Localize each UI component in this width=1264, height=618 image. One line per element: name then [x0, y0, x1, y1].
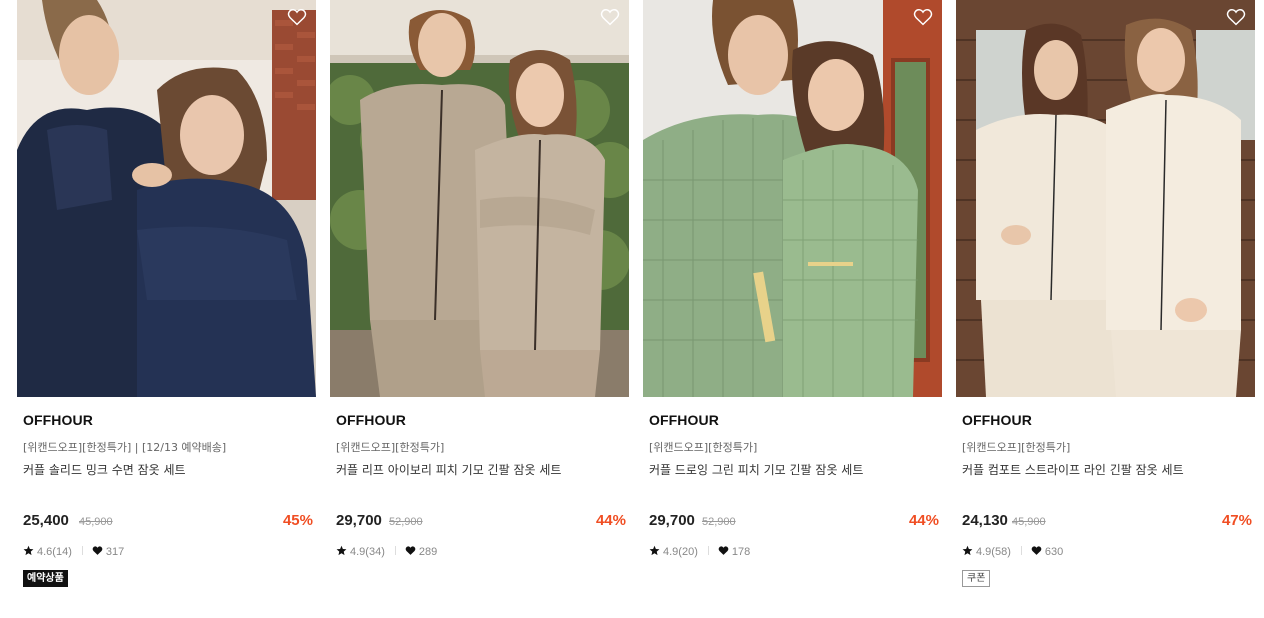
heart-filled-icon — [1031, 545, 1042, 556]
sale-price: 24,130 — [962, 512, 1008, 529]
product-card[interactable]: OFFHOUR [위캔드오프][한정특가] | [12/13 예약배송] 커플 … — [17, 0, 316, 618]
star-icon — [649, 545, 660, 556]
price-row: 29,700 52,900 44% — [649, 512, 939, 532]
divider — [1020, 546, 1022, 555]
product-tagline: [위캔드오프][한정특가] | [12/13 예약배송] — [23, 441, 227, 454]
wishlist-heart-icon[interactable] — [913, 8, 933, 26]
wishlist-heart-icon[interactable] — [287, 8, 307, 26]
product-name[interactable]: 커플 솔리드 밍크 수면 잠옷 세트 — [23, 461, 186, 478]
discount-rate: 44% — [908, 512, 939, 529]
divider — [394, 546, 396, 555]
price-row: 29,700 52,900 44% — [336, 512, 626, 532]
price-row: 24,130 45,900 47% — [962, 512, 1252, 532]
like-count: 317 — [105, 546, 125, 558]
wishlist-heart-icon[interactable] — [1226, 8, 1246, 26]
sale-price: 25,400 — [23, 512, 69, 529]
wishlist-heart-icon[interactable] — [600, 8, 620, 26]
product-image — [330, 0, 629, 397]
product-stats: 4.9(20) 178 — [649, 545, 750, 559]
heart-filled-icon — [405, 545, 416, 556]
rating-value: 4.9(58) — [976, 546, 1011, 558]
star-icon — [336, 545, 347, 556]
product-name[interactable]: 커플 드로잉 그린 피치 기모 긴팔 잠옷 세트 — [649, 461, 863, 478]
discount-rate: 44% — [595, 512, 626, 529]
divider — [707, 546, 709, 555]
product-photo[interactable] — [956, 0, 1255, 397]
coupon-badge: 쿠폰 — [962, 570, 991, 587]
product-tagline: [위캔드오프][한정특가] — [336, 441, 445, 454]
product-grid: OFFHOUR [위캔드오프][한정특가] | [12/13 예약배송] 커플 … — [17, 0, 1257, 618]
divider — [81, 546, 83, 555]
preorder-badge: 예약상품 — [23, 570, 68, 587]
original-price: 45,900 — [1012, 516, 1046, 528]
product-name[interactable]: 커플 리프 아이보리 피치 기모 긴팔 잠옷 세트 — [336, 461, 561, 478]
original-price: 52,900 — [702, 516, 736, 528]
product-card[interactable]: OFFHOUR [위캔드오프][한정특가] 커플 컴포트 스트라이프 라인 긴팔… — [956, 0, 1255, 618]
like-count: 289 — [418, 546, 438, 558]
brand-name[interactable]: OFFHOUR — [23, 412, 93, 428]
original-price: 52,900 — [389, 516, 423, 528]
rating-value: 4.9(34) — [350, 546, 385, 558]
like-count: 630 — [1044, 546, 1064, 558]
brand-name[interactable]: OFFHOUR — [962, 412, 1032, 428]
star-icon — [962, 545, 973, 556]
product-card[interactable]: OFFHOUR [위캔드오프][한정특가] 커플 리프 아이보리 피치 기모 긴… — [330, 0, 629, 618]
star-icon — [23, 545, 34, 556]
discount-rate: 47% — [1221, 512, 1252, 529]
product-card[interactable]: OFFHOUR [위캔드오프][한정특가] 커플 드로잉 그린 피치 기모 긴팔… — [643, 0, 942, 618]
heart-filled-icon — [92, 545, 103, 556]
product-stats: 4.9(58) 630 — [962, 545, 1063, 559]
product-stats: 4.9(34) 289 — [336, 545, 437, 559]
rating-value: 4.9(20) — [663, 546, 698, 558]
product-tagline: [위캔드오프][한정특가] — [962, 441, 1071, 454]
product-image — [17, 0, 316, 397]
like-count: 178 — [731, 546, 751, 558]
price-row: 25,400 45,900 45% — [23, 512, 313, 532]
product-stats: 4.6(14) 317 — [23, 545, 124, 559]
heart-filled-icon — [718, 545, 729, 556]
product-image — [643, 0, 942, 397]
brand-name[interactable]: OFFHOUR — [336, 412, 406, 428]
brand-name[interactable]: OFFHOUR — [649, 412, 719, 428]
product-photo[interactable] — [643, 0, 942, 397]
product-image — [956, 0, 1255, 397]
discount-rate: 45% — [282, 512, 313, 529]
product-photo[interactable] — [17, 0, 316, 397]
product-tagline: [위캔드오프][한정특가] — [649, 441, 758, 454]
original-price: 45,900 — [79, 516, 113, 528]
product-photo[interactable] — [330, 0, 629, 397]
rating-value: 4.6(14) — [37, 546, 72, 558]
product-name[interactable]: 커플 컴포트 스트라이프 라인 긴팔 잠옷 세트 — [962, 461, 1184, 478]
sale-price: 29,700 — [649, 512, 695, 529]
sale-price: 29,700 — [336, 512, 382, 529]
